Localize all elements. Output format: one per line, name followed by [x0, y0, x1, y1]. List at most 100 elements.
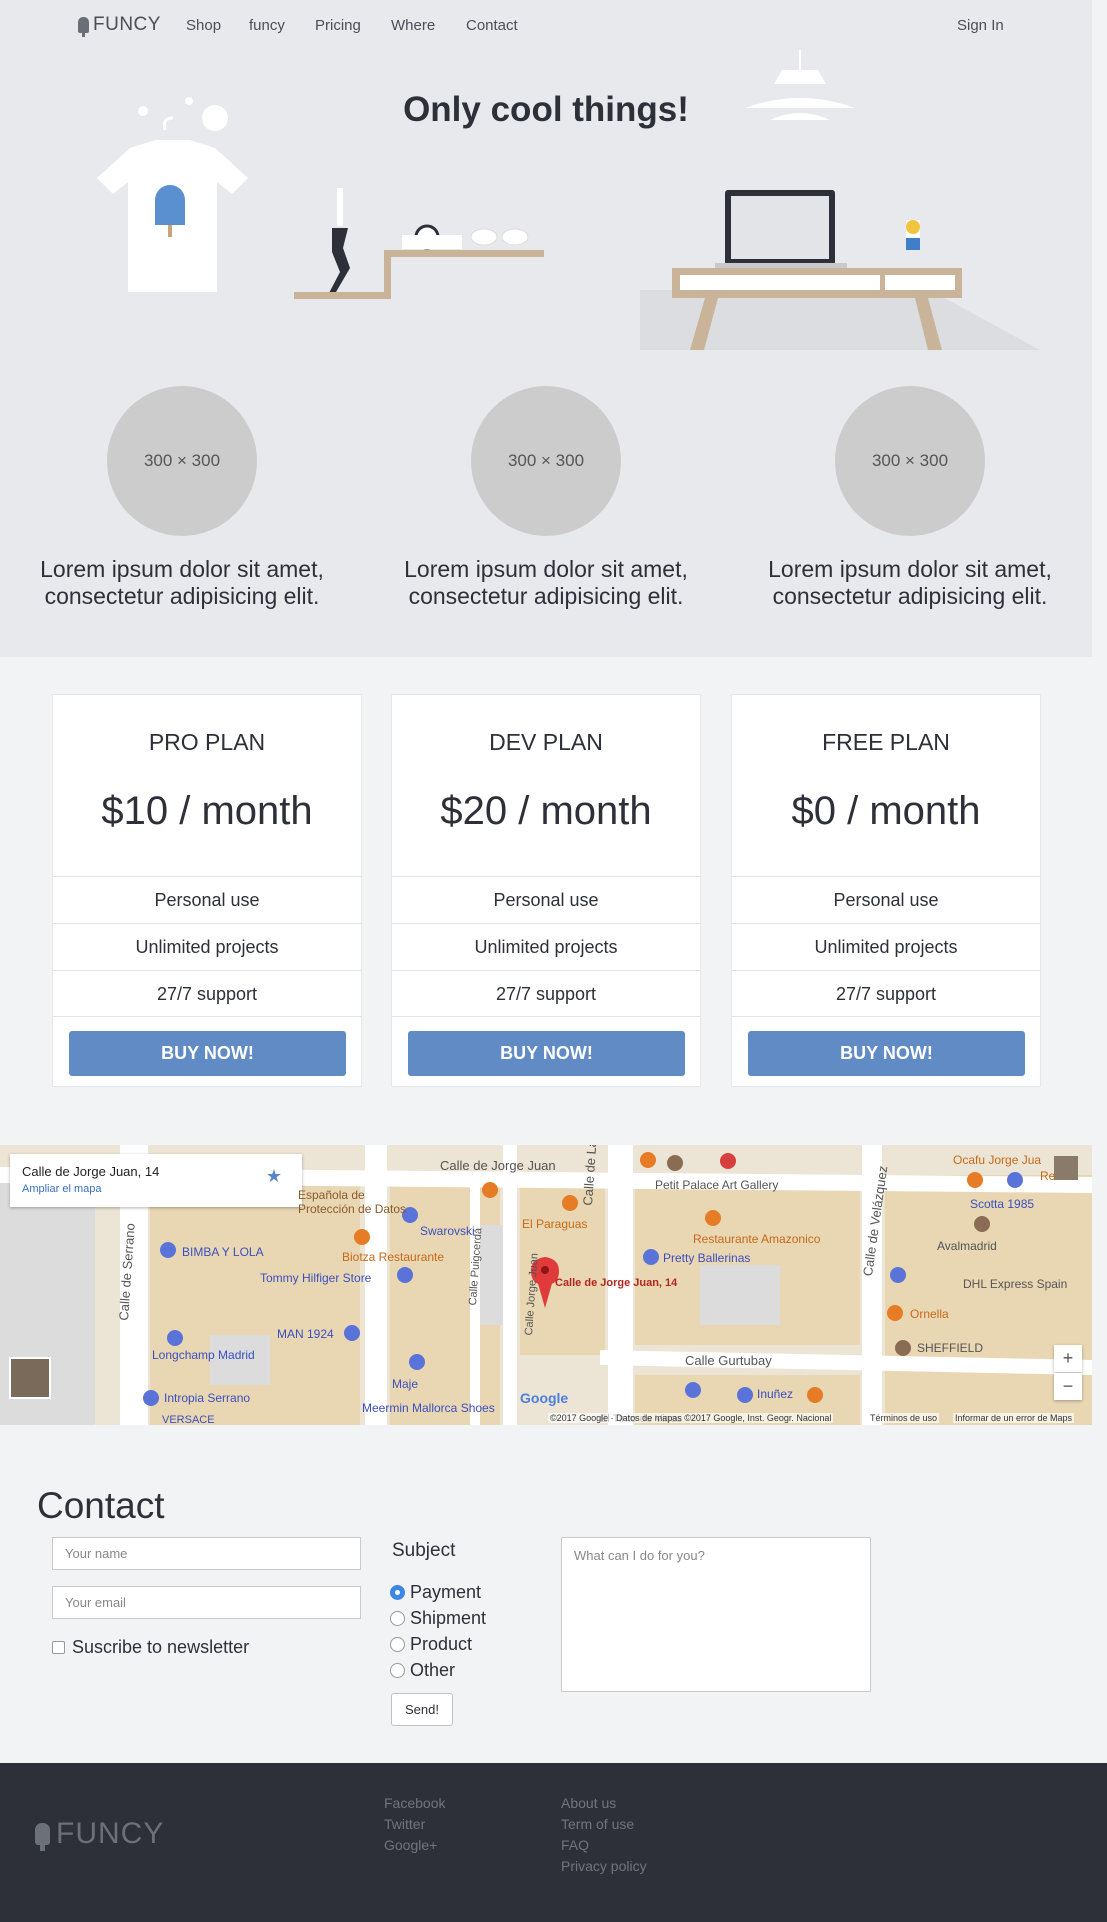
pin-label: Calle de Jorge Juan, 14 — [555, 1277, 678, 1289]
brand-logo[interactable]: FUNCY — [78, 14, 161, 37]
place-label[interactable]: MAN 1924 — [277, 1327, 334, 1341]
footer-brand-logo[interactable]: FUNCY — [35, 1817, 164, 1851]
zoom-out-button[interactable]: − — [1054, 1373, 1082, 1400]
radio-button[interactable] — [390, 1663, 405, 1678]
radio-button[interactable] — [390, 1585, 405, 1600]
place-label[interactable]: Ornella — [910, 1307, 949, 1321]
features-section: 300 × 300 Lorem ipsum dolor sit amet, co… — [0, 350, 1092, 657]
footer-link-facebook[interactable]: Facebook — [384, 1793, 445, 1814]
place-label[interactable]: Intropia Serrano — [164, 1391, 250, 1405]
place-label[interactable]: DHL Express Spain — [963, 1277, 1067, 1291]
nav-link-contact[interactable]: Contact — [466, 17, 518, 34]
place-label[interactable]: El Paraguas — [522, 1217, 587, 1231]
place-label[interactable]: Biotza Restaurante — [342, 1250, 444, 1264]
feature-item: 300 × 300 Lorem ipsum dolor sit amet, co… — [381, 386, 711, 610]
buy-now-button[interactable]: BUY NOW! — [408, 1031, 685, 1076]
popsicle-icon — [78, 17, 89, 37]
feature-image-placeholder: 300 × 300 — [835, 386, 985, 536]
radio-button[interactable] — [390, 1637, 405, 1652]
place-label[interactable]: Petit Palace Art Gallery — [655, 1178, 778, 1192]
street-view-thumbnail — [1054, 1156, 1078, 1180]
map-copyright: ©2017 Google · Datos de mapas ©2017 Goog… — [548, 1413, 834, 1423]
popsicle-icon — [35, 1823, 50, 1851]
buy-now-button[interactable]: BUY NOW! — [748, 1031, 1025, 1076]
place-label[interactable]: BIMBA Y LOLA — [182, 1245, 264, 1259]
radio-label: Payment — [410, 1582, 482, 1602]
plan-price: $10 / month — [101, 789, 313, 833]
top-nav: FUNCY Shop funcy Pricing Where Contact S… — [0, 0, 1092, 52]
map-terms-link[interactable]: Términos de uso — [868, 1413, 940, 1423]
newsletter-option[interactable]: Suscribe to newsletter — [52, 1637, 249, 1658]
radio-label: Shipment — [410, 1608, 487, 1628]
place-label[interactable]: Avalmadrid — [937, 1239, 997, 1253]
email-field[interactable] — [52, 1586, 361, 1619]
plan-feature: 27/7 support — [53, 970, 361, 1017]
place-label[interactable]: Longchamp Madrid — [152, 1348, 255, 1362]
feature-text: Lorem ipsum dolor sit amet, consectetur … — [768, 556, 1052, 609]
enlarge-map-link[interactable]: Ampliar el mapa — [22, 1183, 101, 1195]
nav-link-pricing[interactable]: Pricing — [315, 17, 361, 34]
footer-link-about[interactable]: About us — [561, 1793, 647, 1814]
place-label[interactable]: Scotta 1985 — [970, 1197, 1034, 1211]
google-logo: Google — [520, 1390, 569, 1406]
footer-link-twitter[interactable]: Twitter — [384, 1814, 445, 1835]
footer-brand-name: FUNCY — [56, 1817, 165, 1850]
place-label[interactable]: SHEFFIELD — [917, 1341, 983, 1355]
footer-info-links: About us Term of use FAQ Privacy policy — [561, 1793, 647, 1877]
buy-now-button[interactable]: BUY NOW! — [69, 1031, 346, 1076]
nav-link-funcy[interactable]: funcy — [249, 17, 285, 34]
footer-link-privacy[interactable]: Privacy policy — [561, 1856, 647, 1877]
place-label[interactable]: Española de Protección de Datos — [298, 1188, 418, 1216]
subject-option-other[interactable]: Other — [390, 1660, 455, 1681]
sign-in-link[interactable]: Sign In — [957, 17, 1004, 34]
subject-option-payment[interactable]: Payment — [390, 1582, 481, 1603]
subject-option-product[interactable]: Product — [390, 1634, 472, 1655]
place-label[interactable]: Inuñez — [757, 1387, 793, 1401]
map-info-card: Calle de Jorge Juan, 14 Ampliar el mapa … — [10, 1154, 302, 1207]
star-icon[interactable]: ★ — [266, 1166, 282, 1187]
plan-card-dev: DEV PLAN $20 / month Personal use Unlimi… — [391, 694, 701, 1087]
name-field[interactable] — [52, 1537, 361, 1570]
contact-title: Contact — [37, 1485, 165, 1526]
pricing-section: PRO PLAN $10 / month Personal use Unlimi… — [0, 657, 1092, 1145]
place-label[interactable]: Ocafu Jorge Jua — [953, 1153, 1041, 1167]
plan-name: FREE PLAN — [822, 729, 950, 755]
footer-link-terms[interactable]: Term of use — [561, 1814, 647, 1835]
shelf-icon — [294, 188, 544, 299]
zoom-in-button[interactable]: + — [1054, 1345, 1082, 1372]
brand-name: FUNCY — [93, 14, 161, 35]
nav-link-where[interactable]: Where — [391, 17, 435, 34]
scrollbar-track[interactable] — [1092, 0, 1107, 1922]
plan-feature: Unlimited projects — [392, 923, 700, 970]
message-field[interactable] — [561, 1537, 871, 1692]
plan-feature: Unlimited projects — [732, 923, 1040, 970]
plan-price: $20 / month — [440, 789, 652, 833]
place-label[interactable]: Re — [1040, 1169, 1055, 1183]
site-footer: FUNCY Facebook Twitter Google+ About us … — [0, 1763, 1107, 1922]
plan-card-free: FREE PLAN $0 / month Personal use Unlimi… — [731, 694, 1041, 1087]
plan-name: PRO PLAN — [148, 729, 266, 755]
map-report-link[interactable]: Informar de un error de Maps — [953, 1413, 1075, 1423]
radio-button[interactable] — [390, 1611, 405, 1626]
footer-link-faq[interactable]: FAQ — [561, 1835, 647, 1856]
feature-text: Lorem ipsum dolor sit amet, consectetur … — [404, 556, 688, 609]
send-button[interactable]: Send! — [391, 1693, 453, 1726]
subject-option-shipment[interactable]: Shipment — [390, 1608, 486, 1629]
newsletter-checkbox[interactable] — [52, 1641, 65, 1654]
plan-feature: Personal use — [392, 876, 700, 923]
place-label[interactable]: Tommy Hilfiger Store — [260, 1271, 371, 1285]
feature-item: 300 × 300 Lorem ipsum dolor sit amet, co… — [17, 386, 347, 610]
map-attribution: ©2017 Google · Datos de mapas ©2017 Goog… — [0, 1411, 1092, 1425]
place-label[interactable]: Maje — [392, 1377, 418, 1391]
place-label[interactable]: Restaurante Amazonico — [693, 1232, 820, 1246]
footer-link-google-plus[interactable]: Google+ — [384, 1835, 445, 1856]
nav-link-shop[interactable]: Shop — [186, 17, 221, 34]
street-label: Calle Gurtubay — [685, 1353, 772, 1368]
place-label[interactable]: Swarovski — [420, 1224, 475, 1238]
radio-label: Other — [410, 1660, 456, 1680]
hero-section: FUNCY Shop funcy Pricing Where Contact S… — [0, 0, 1092, 350]
plan-feature: 27/7 support — [732, 970, 1040, 1017]
place-label[interactable]: Pretty Ballerinas — [663, 1251, 750, 1265]
plan-price: $0 / month — [791, 789, 981, 833]
map-section[interactable]: Calle de Jorge Juan, 14 Ampliar el mapa … — [0, 1145, 1092, 1425]
